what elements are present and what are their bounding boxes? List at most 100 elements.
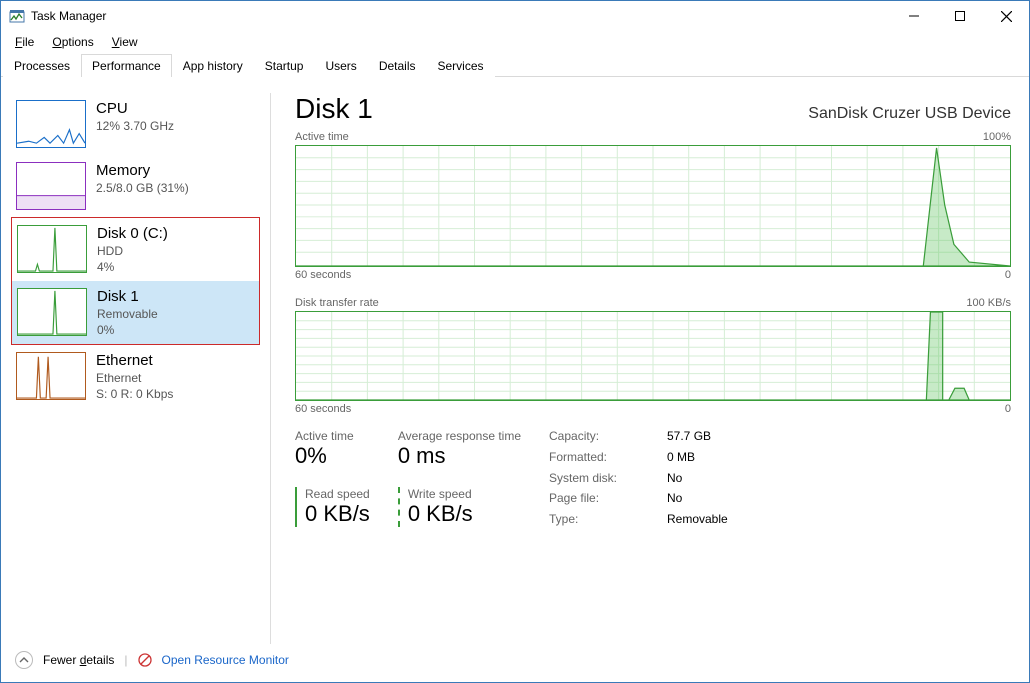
window-title: Task Manager: [31, 9, 891, 23]
disk1-text: Disk 1 Removable 0%: [97, 288, 158, 337]
device-name: SanDisk Cruzer USB Device: [808, 105, 1011, 123]
kv-pagefile-v: No: [667, 491, 728, 506]
chart1-bottom-right: 0: [1005, 269, 1011, 281]
kv-formatted-l: Formatted:: [549, 450, 649, 465]
titlebar: Task Manager: [1, 1, 1029, 31]
ethernet-thumb: [16, 352, 86, 400]
close-button[interactable]: [983, 1, 1029, 31]
sidebar-item-disk1[interactable]: Disk 1 Removable 0%: [12, 281, 259, 344]
tab-startup[interactable]: Startup: [254, 54, 315, 77]
sidebar-item-cpu[interactable]: CPU 12% 3.70 GHz: [11, 93, 260, 155]
cpu-title: CPU: [96, 100, 174, 117]
chart-transfer-rate: Disk transfer rate 100 KB/s 60 seconds 0: [295, 297, 1011, 425]
stat-read-label: Read speed: [305, 487, 370, 501]
menu-view[interactable]: View: [104, 33, 146, 51]
chart1-label-right: 100%: [983, 131, 1011, 143]
kv-systemdisk-v: No: [667, 471, 728, 486]
content: CPU 12% 3.70 GHz Memory 2.5/8.0 GB (31%): [1, 77, 1029, 644]
memory-thumb: [16, 162, 86, 210]
disk0-sub1: HDD: [97, 244, 168, 258]
separator: |: [124, 653, 127, 667]
page-title: Disk 1: [295, 93, 373, 125]
disk-group: Disk 0 (C:) HDD 4% Disk 1 Removable 0%: [11, 217, 260, 345]
stat-read-speed: Read speed 0 KB/s: [295, 487, 370, 527]
kv-type-l: Type:: [549, 512, 649, 527]
chart2-label-left: Disk transfer rate: [295, 297, 379, 309]
disk1-thumb: [17, 288, 87, 336]
stat-active-time: Active time 0%: [295, 429, 370, 469]
memory-text: Memory 2.5/8.0 GB (31%): [96, 162, 189, 195]
stat-col-2: Average response time 0 ms Write speed 0…: [398, 429, 521, 527]
kv-formatted-v: 0 MB: [667, 450, 728, 465]
disk1-title: Disk 1: [97, 288, 158, 305]
disk0-text: Disk 0 (C:) HDD 4%: [97, 225, 168, 274]
menu-options[interactable]: Options: [44, 33, 101, 51]
chart1-bottom-left: 60 seconds: [295, 269, 351, 281]
main: Disk 1 SanDisk Cruzer USB Device Active …: [271, 93, 1011, 644]
stat-read-value: 0 KB/s: [305, 501, 370, 527]
minimize-button[interactable]: [891, 1, 937, 31]
tab-users[interactable]: Users: [314, 54, 367, 77]
app-icon: [9, 8, 25, 24]
sidebar: CPU 12% 3.70 GHz Memory 2.5/8.0 GB (31%): [11, 93, 271, 644]
memory-sub: 2.5/8.0 GB (31%): [96, 181, 189, 195]
disk1-sub2: 0%: [97, 323, 158, 337]
chart2-area[interactable]: [295, 311, 1011, 401]
menu-file-rest: ile: [22, 35, 34, 49]
sidebar-item-ethernet[interactable]: Ethernet Ethernet S: 0 R: 0 Kbps: [11, 345, 260, 408]
chart2-bottom-right: 0: [1005, 403, 1011, 415]
ethernet-sub1: Ethernet: [96, 371, 173, 385]
stat-active-value: 0%: [295, 443, 370, 469]
disk0-thumb: [17, 225, 87, 273]
stat-col-1: Active time 0% Read speed 0 KB/s: [295, 429, 370, 527]
chart2-label-right: 100 KB/s: [966, 297, 1011, 309]
tab-details[interactable]: Details: [368, 54, 427, 77]
window-controls: [891, 1, 1029, 31]
stat-write-speed: Write speed 0 KB/s: [398, 487, 521, 527]
stat-resp-value: 0 ms: [398, 443, 521, 469]
memory-title: Memory: [96, 162, 189, 179]
menu-file[interactable]: File: [7, 33, 42, 51]
disk0-sub2: 4%: [97, 260, 168, 274]
stat-write-value: 0 KB/s: [408, 501, 521, 527]
cpu-text: CPU 12% 3.70 GHz: [96, 100, 174, 133]
ethernet-title: Ethernet: [96, 352, 173, 369]
kv-systemdisk-l: System disk:: [549, 471, 649, 486]
menubar: File Options View: [1, 31, 1029, 53]
resource-monitor-icon: [138, 653, 152, 667]
tab-services[interactable]: Services: [427, 54, 495, 77]
chart1-area[interactable]: [295, 145, 1011, 267]
fewer-details-link[interactable]: Fewer details: [43, 653, 114, 667]
cpu-sub: 12% 3.70 GHz: [96, 119, 174, 133]
open-resource-monitor-link[interactable]: Open Resource Monitor: [162, 653, 289, 667]
stat-active-label: Active time: [295, 429, 370, 443]
disk0-title: Disk 0 (C:): [97, 225, 168, 242]
tab-processes[interactable]: Processes: [3, 54, 81, 77]
stats: Active time 0% Read speed 0 KB/s Average…: [295, 429, 1011, 527]
disk1-sub1: Removable: [97, 307, 158, 321]
kv-capacity-l: Capacity:: [549, 429, 649, 444]
chart2-bottom-left: 60 seconds: [295, 403, 351, 415]
menu-view-rest: iew: [120, 35, 138, 49]
sidebar-item-disk0[interactable]: Disk 0 (C:) HDD 4%: [12, 218, 259, 281]
tab-performance[interactable]: Performance: [81, 54, 172, 77]
chart-active-time: Active time 100% 60 seconds 0: [295, 131, 1011, 291]
tab-app-history[interactable]: App history: [172, 54, 254, 77]
menu-options-rest: ptions: [62, 35, 94, 49]
cpu-thumb: [16, 100, 86, 148]
maximize-button[interactable]: [937, 1, 983, 31]
kv-pagefile-l: Page file:: [549, 491, 649, 506]
kv-type-v: Removable: [667, 512, 728, 527]
stat-write-label: Write speed: [408, 487, 521, 501]
disk-properties: Capacity:57.7 GB Formatted:0 MB System d…: [549, 429, 728, 527]
chart1-label-left: Active time: [295, 131, 349, 143]
tabs: Processes Performance App history Startu…: [1, 53, 1029, 77]
header: Disk 1 SanDisk Cruzer USB Device: [295, 93, 1011, 125]
ethernet-text: Ethernet Ethernet S: 0 R: 0 Kbps: [96, 352, 173, 401]
window: Task Manager File Options View Processes…: [0, 0, 1030, 683]
footer: Fewer details | Open Resource Monitor: [1, 644, 1029, 682]
sidebar-item-memory[interactable]: Memory 2.5/8.0 GB (31%): [11, 155, 260, 217]
ethernet-sub2: S: 0 R: 0 Kbps: [96, 387, 173, 401]
stat-resp-label: Average response time: [398, 429, 521, 443]
chevron-up-icon[interactable]: [15, 651, 33, 669]
